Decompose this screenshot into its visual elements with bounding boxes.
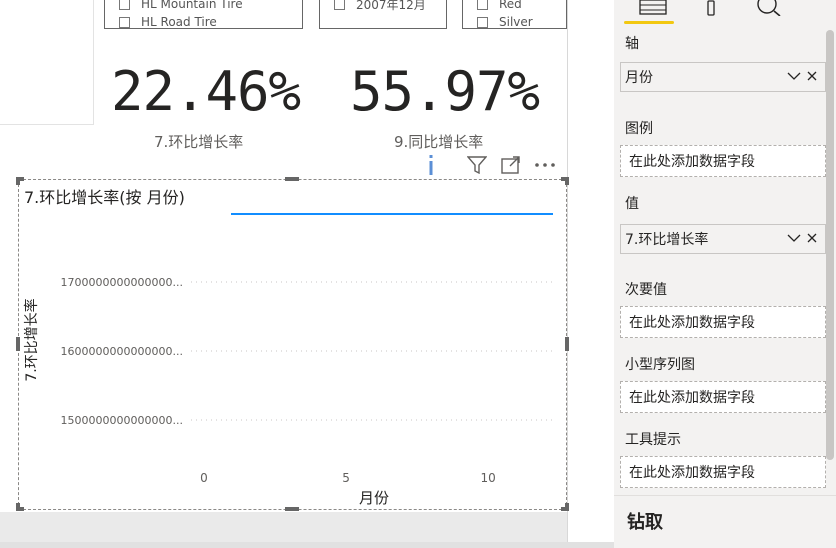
- axis-field-pill[interactable]: 月份: [620, 62, 826, 92]
- slicer-option-label: HL Road Tire: [141, 15, 217, 29]
- y-tick-label: 1700000000000000...: [61, 276, 183, 289]
- x-tick-label: 5: [342, 471, 350, 485]
- y-tick-label: 1500000000000000...: [61, 414, 183, 427]
- filter-icon[interactable]: [464, 153, 490, 177]
- chart-title: 7.环比增长率(按 月份): [24, 188, 185, 207]
- checkbox[interactable]: [119, 16, 130, 28]
- line-chart-visual[interactable]: 1700000000000000... 1600000000000000... 15…: [16, 177, 569, 511]
- visualizations-pane: 轴 月份 图例 在此处添加数据字段 值 7.环比增长率 次要值 在此处添加数据字…: [614, 0, 836, 548]
- axis-field-name: 月份: [625, 70, 653, 86]
- slicer-option[interactable]: Silver: [477, 15, 566, 29]
- slicer-option[interactable]: HL Mountain Tire: [119, 0, 302, 11]
- checkbox[interactable]: [477, 0, 488, 10]
- partial-card-visual[interactable]: [0, 0, 94, 125]
- drillthrough-heading: 钻取: [627, 512, 663, 533]
- chevron-down-icon[interactable]: [787, 69, 801, 85]
- resize-handle-corner[interactable]: [16, 503, 20, 511]
- analytics-icon[interactable]: [740, 0, 798, 24]
- resize-handle-corner[interactable]: [16, 177, 20, 185]
- more-options-icon[interactable]: [532, 153, 558, 177]
- checkbox[interactable]: [119, 0, 130, 10]
- y-axis-title: 7.环比增长率: [19, 285, 43, 395]
- slicer-option[interactable]: 2007年12月: [334, 0, 446, 12]
- resize-handle-corner[interactable]: [565, 177, 569, 185]
- chart-plot-area: 1700000000000000... 1600000000000000... 15…: [61, 276, 555, 485]
- secondary-values-section-label: 次要值: [625, 282, 667, 298]
- small-multiples-drop-well[interactable]: 在此处添加数据字段: [620, 381, 826, 413]
- axis-section-label: 轴: [625, 36, 639, 52]
- checkbox[interactable]: [334, 0, 345, 10]
- legend-drop-well[interactable]: 在此处添加数据字段: [620, 145, 826, 177]
- slicer-option[interactable]: Red: [477, 0, 566, 11]
- kpi-mom-value: 22.46%: [111, 60, 301, 123]
- slicer-option-label: Silver: [499, 15, 533, 29]
- visual-header: [418, 152, 566, 178]
- y-tick-label: 1600000000000000...: [61, 345, 183, 358]
- values-field-pill[interactable]: 7.环比增长率: [620, 224, 826, 254]
- values-field-name: 7.环比增长率: [625, 232, 709, 248]
- close-icon[interactable]: [807, 231, 817, 247]
- pane-divider: [614, 495, 836, 496]
- slicer-option-label: HL Mountain Tire: [141, 0, 243, 11]
- format-brush-icon[interactable]: [682, 0, 740, 24]
- color-slicer[interactable]: Red Silver: [462, 0, 567, 29]
- x-tick-label: 0: [200, 471, 208, 485]
- resize-handle-bottom[interactable]: [285, 507, 299, 511]
- tooltips-drop-well[interactable]: 在此处添加数据字段: [620, 456, 826, 488]
- resize-handle-left[interactable]: [16, 337, 20, 351]
- tooltips-section-label: 工具提示: [625, 432, 681, 448]
- secondary-values-drop-well[interactable]: 在此处添加数据字段: [620, 306, 826, 338]
- active-tab-indicator: [624, 21, 674, 24]
- legend-section-label: 图例: [625, 121, 653, 137]
- small-multiples-section-label: 小型序列图: [625, 357, 695, 373]
- values-section-label: 值: [625, 196, 639, 212]
- report-view: HL Mountain Tire HL Road Tire 2007年12月 R…: [0, 0, 836, 548]
- slicer-option-label: Red: [499, 0, 522, 11]
- info-icon[interactable]: [418, 153, 444, 177]
- resize-handle-top[interactable]: [285, 177, 299, 181]
- x-axis-title: 月份: [359, 489, 390, 507]
- checkbox[interactable]: [477, 16, 488, 28]
- resize-handle-corner[interactable]: [565, 503, 569, 511]
- pane-tabs: [624, 0, 798, 30]
- chevron-down-icon[interactable]: [787, 231, 801, 247]
- close-icon[interactable]: [807, 69, 817, 85]
- date-slicer[interactable]: 2007年12月: [319, 0, 447, 29]
- slicer-option[interactable]: HL Road Tire: [119, 15, 302, 29]
- y-axis-label: 7.环比增长率: [24, 298, 40, 382]
- x-tick-label: 10: [481, 471, 496, 485]
- product-slicer[interactable]: HL Mountain Tire HL Road Tire: [104, 0, 303, 29]
- kpi-yoy-label: 9.同比增长率: [394, 133, 484, 151]
- slicer-option-label: 2007年12月: [356, 0, 426, 12]
- kpi-mom-label: 7.环比增长率: [154, 133, 244, 151]
- legend-series-line: [231, 213, 553, 215]
- pane-scrollbar[interactable]: [826, 30, 834, 460]
- kpi-yoy-value: 55.97%: [350, 60, 540, 123]
- focus-mode-icon[interactable]: [498, 153, 524, 177]
- resize-handle-right[interactable]: [565, 337, 569, 351]
